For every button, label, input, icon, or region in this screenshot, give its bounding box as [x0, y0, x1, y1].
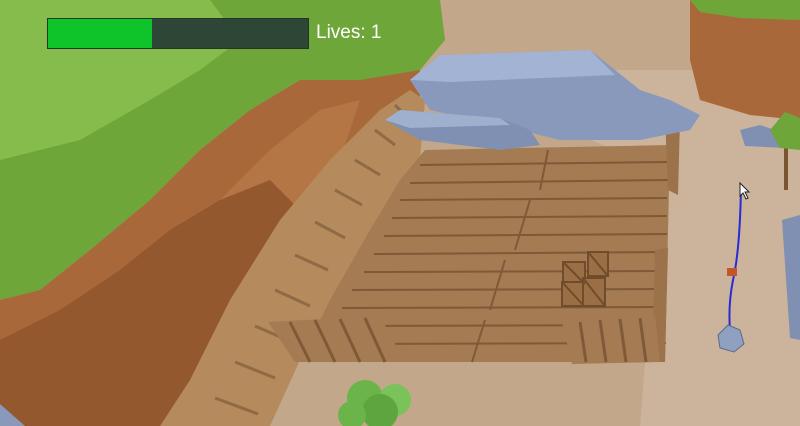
- lives-counter: Lives: 1: [316, 22, 382, 43]
- health-bar: [47, 18, 309, 49]
- rope-marker: [727, 268, 737, 276]
- game-scene[interactable]: [0, 0, 800, 426]
- health-bar-fill: [48, 19, 152, 48]
- game-viewport[interactable]: Lives: 1: [0, 0, 800, 426]
